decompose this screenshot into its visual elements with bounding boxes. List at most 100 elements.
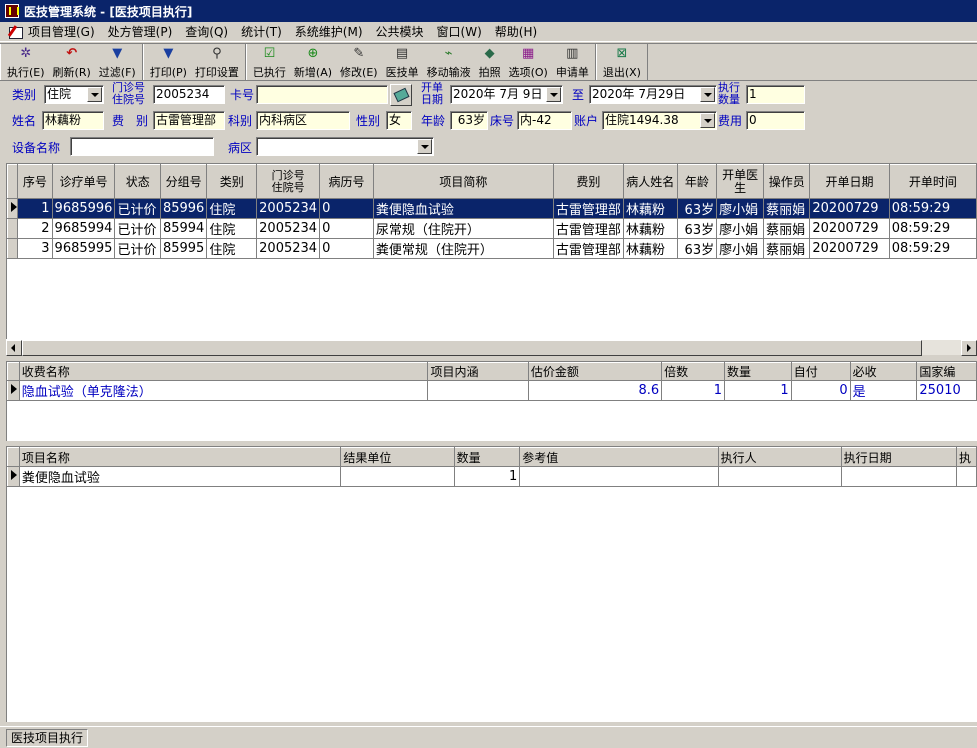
col-header-exec-date[interactable]: 执行日期 — [840, 447, 957, 467]
table-row[interactable]: 粪便隐血试验 1 — [7, 466, 977, 487]
menu-maintenance[interactable]: 系统维护(M) — [295, 23, 369, 40]
date-from-picker[interactable]: 2020年 7月 9日 — [450, 85, 563, 104]
chevron-down-icon[interactable] — [417, 139, 432, 154]
cell-status[interactable]: 已计价 — [114, 218, 161, 239]
col-header-result-unit[interactable]: 结果单位 — [340, 447, 455, 467]
scroll-right-icon[interactable] — [961, 340, 977, 356]
cell-opno[interactable]: 2005234 — [256, 198, 321, 219]
col-header-exec-more[interactable]: 执 — [955, 447, 977, 467]
cell-quantity[interactable]: 1 — [724, 380, 792, 401]
mobile-infusion-button[interactable]: ⌁ 移动输液 — [423, 44, 475, 80]
status-panel-window[interactable]: 医技项目执行 — [6, 728, 89, 747]
col-header-estimated-amount[interactable]: 估价金额 — [527, 362, 663, 381]
card-reader-icon[interactable] — [390, 84, 412, 106]
calendar-dropdown-icon[interactable] — [546, 87, 561, 102]
col-header-reference[interactable]: 参考值 — [519, 447, 719, 467]
cell-category[interactable]: 住院 — [206, 198, 258, 219]
chevron-down-icon[interactable] — [700, 113, 715, 128]
photo-button[interactable]: ◆ 拍照 — [475, 44, 505, 80]
menu-help[interactable]: 帮助(H) — [495, 23, 543, 40]
col-header-seq[interactable]: 序号 — [17, 164, 53, 199]
request-form-button[interactable]: ▥ 申请单 — [552, 44, 593, 80]
cell-seq[interactable]: 2 — [17, 218, 53, 239]
menu-prescription[interactable]: 处方管理(P) — [108, 23, 179, 40]
menu-window[interactable]: 窗口(W) — [437, 23, 488, 40]
cell-charge-name[interactable]: 隐血试验（单克隆法） — [19, 380, 429, 401]
row-indicator[interactable] — [7, 238, 19, 259]
ward-select[interactable] — [256, 137, 434, 156]
cell-open-date[interactable]: 20200729 — [809, 218, 890, 239]
sex-input[interactable]: 女 — [386, 111, 412, 130]
col-header-order-no[interactable]: 诊疗单号 — [51, 164, 116, 199]
col-header-charge-name[interactable]: 收费名称 — [18, 362, 429, 381]
name-input[interactable]: 林藕粉 — [42, 111, 104, 130]
cell-category[interactable]: 住院 — [206, 218, 258, 239]
cell-order-no[interactable]: 9685996 — [52, 198, 116, 219]
cell-seq[interactable]: 1 — [17, 198, 53, 219]
chevron-down-icon[interactable] — [87, 87, 102, 102]
cell-fee-type[interactable]: 古雷管理部 — [553, 218, 624, 239]
menu-query[interactable]: 查询(Q) — [185, 23, 234, 40]
cell-age[interactable]: 63岁 — [677, 198, 718, 219]
cell-open-date[interactable]: 20200729 — [809, 238, 890, 259]
col-header-open-time[interactable]: 开单时间 — [888, 164, 977, 199]
category-select[interactable]: 住院 — [44, 85, 104, 104]
cell-patient-name[interactable]: 林藕粉 — [623, 218, 678, 239]
cell-fee-type[interactable]: 古雷管理部 — [553, 238, 624, 259]
col-header-required[interactable]: 必收 — [849, 362, 918, 381]
exec-qty-input[interactable]: 1 — [746, 85, 805, 104]
refresh-button[interactable]: ↶ 刷新(R) — [49, 44, 95, 80]
tech-form-button[interactable]: ▤ 医技单 — [382, 44, 423, 80]
cell-record-no[interactable]: 0 — [319, 238, 374, 259]
col-header-item-content[interactable]: 项目内涵 — [427, 362, 529, 381]
col-header-age[interactable]: 年龄 — [676, 164, 718, 199]
age-input[interactable]: 63岁 — [450, 111, 488, 130]
card-input[interactable] — [256, 85, 388, 104]
calendar-dropdown-icon[interactable] — [700, 87, 715, 102]
executed-button[interactable]: ☑ 已执行 — [249, 44, 290, 80]
cell-opno[interactable]: 2005234 — [256, 218, 321, 239]
add-button[interactable]: ⊕ 新增(A) — [290, 44, 336, 80]
col-header-item-name[interactable]: 项目名称 — [18, 447, 342, 467]
cell-open-time[interactable]: 08:59:29 — [889, 218, 977, 239]
col-header-multiple[interactable]: 倍数 — [661, 362, 725, 381]
cell-executor[interactable] — [718, 466, 842, 487]
col-header-quantity[interactable]: 数量 — [453, 447, 521, 467]
row-indicator[interactable] — [7, 198, 19, 219]
cell-status[interactable]: 已计价 — [114, 238, 161, 259]
mdi-child-icon[interactable] — [8, 25, 24, 39]
menu-statistics[interactable]: 统计(T) — [241, 23, 288, 40]
cell-record-no[interactable]: 0 — [319, 198, 374, 219]
cell-order-no[interactable]: 9685994 — [52, 218, 116, 239]
col-header-item-name[interactable]: 项目简称 — [372, 164, 554, 199]
col-header-group-no[interactable]: 分组号 — [159, 164, 208, 199]
scroll-thumb[interactable] — [22, 340, 922, 356]
col-header-doctor[interactable]: 开单医 生 — [716, 164, 765, 199]
cell-operator[interactable]: 蔡丽娟 — [763, 218, 811, 239]
dept-input[interactable]: 内科病区 — [256, 111, 350, 130]
cell-group-no[interactable]: 85994 — [160, 218, 208, 239]
date-to-picker[interactable]: 2020年 7月29日 — [589, 85, 717, 104]
cell-patient-name[interactable]: 林藕粉 — [623, 238, 678, 259]
cell-exec-more[interactable] — [956, 466, 977, 487]
row-indicator[interactable] — [7, 466, 20, 487]
cell-status[interactable]: 已计价 — [114, 198, 161, 219]
device-input[interactable] — [70, 137, 214, 156]
cell-patient-name[interactable]: 林藕粉 — [623, 198, 678, 219]
account-select[interactable]: 住院1494.38 — [602, 111, 717, 130]
cell-opno[interactable]: 2005234 — [256, 238, 321, 259]
col-header-opno[interactable]: 门诊号 住院号 — [256, 164, 321, 199]
table-row[interactable]: 隐血试验（单克隆法） 8.6 1 1 0 是 25010 — [7, 380, 977, 401]
cell-national-code[interactable]: 25010 — [916, 380, 977, 401]
table-row[interactable]: 3 9685995 已计价 85995 住院 2005234 0 粪便常规（住院… — [7, 238, 977, 259]
cell-result-unit[interactable] — [340, 466, 455, 487]
filter-button[interactable]: ▼ 过滤(F) — [95, 44, 140, 80]
cell-age[interactable]: 63岁 — [677, 218, 718, 239]
cell-quantity[interactable]: 1 — [454, 466, 521, 487]
cell-item-name[interactable]: 粪便常规（住院开） — [373, 238, 554, 259]
col-header-record-no[interactable]: 病历号 — [319, 164, 374, 199]
cell-order-no[interactable]: 9685995 — [52, 238, 116, 259]
scroll-left-icon[interactable] — [6, 340, 22, 356]
cell-fee-type[interactable]: 古雷管理部 — [553, 198, 624, 219]
cell-reference[interactable] — [519, 466, 719, 487]
